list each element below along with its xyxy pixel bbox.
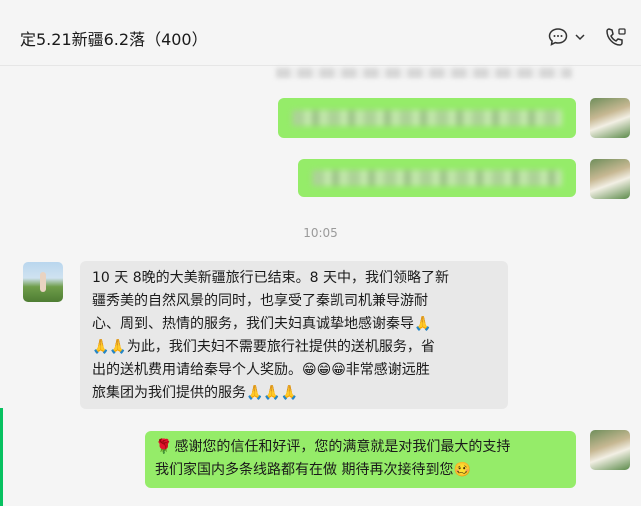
avatar[interactable]: [23, 262, 63, 302]
chat-header: 定5.21新疆6.2落（400）: [0, 0, 641, 66]
message-bubble[interactable]: 🌹 感谢您的信任和好评，您的满意就是对我们最大的支持 我们家国内多条线路都有在做 …: [145, 431, 576, 488]
phone-video-icon[interactable]: [605, 26, 627, 48]
avatar[interactable]: [590, 430, 630, 470]
message-bubble-blurred[interactable]: [278, 98, 576, 138]
chat-bubble-icon[interactable]: [547, 26, 569, 48]
message-bubble-blurred[interactable]: [298, 159, 576, 197]
message-bubble[interactable]: 10 天 8晚的大美新疆旅行已结束。8 天中，我们领略了新 疆秀美的自然风景的同…: [80, 261, 508, 409]
header-actions: [547, 26, 627, 48]
message-timestamp: 10:05: [303, 226, 338, 240]
window-edge-accent: [0, 408, 3, 506]
chevron-down-icon[interactable]: [575, 26, 585, 48]
avatar[interactable]: [590, 159, 630, 199]
message-list[interactable]: 10:05 10 天 8晚的大美新疆旅行已结束。8 天中，我们领略了新 疆秀美的…: [0, 66, 641, 506]
avatar[interactable]: [590, 98, 630, 138]
message-text: 10 天 8晚的大美新疆旅行已结束。8 天中，我们领略了新 疆秀美的自然风景的同…: [92, 270, 449, 401]
blurred-earlier-message: [276, 68, 572, 78]
message-text: 感谢您的信任和好评，您的满意就是对我们最大的支持 我们家国内多条线路都有在做 期…: [155, 439, 511, 478]
rose-icon: 🌹: [155, 439, 173, 455]
chat-title: 定5.21新疆6.2落（400）: [20, 30, 208, 49]
